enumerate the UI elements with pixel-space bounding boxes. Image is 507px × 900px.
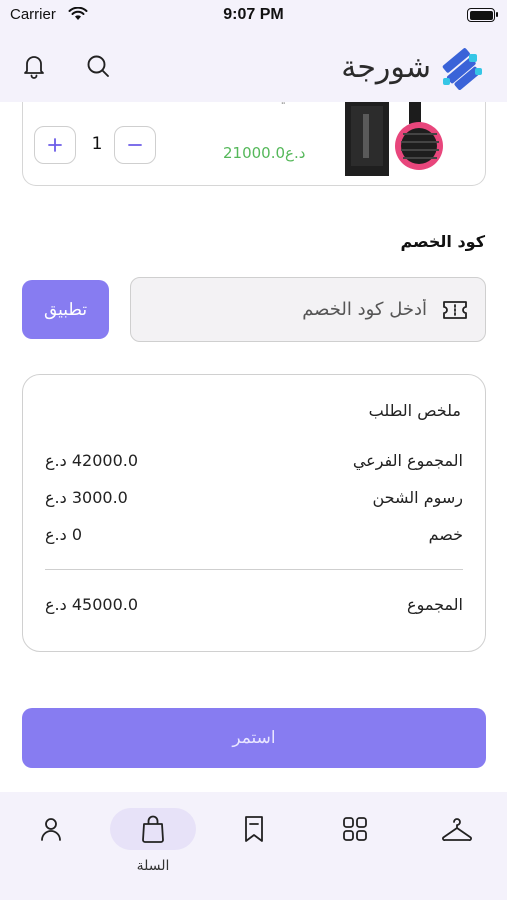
cart-item-price: د.ع21000.0 bbox=[223, 144, 306, 162]
minus-icon bbox=[128, 144, 142, 146]
tab-bookmarks[interactable] bbox=[209, 808, 299, 888]
shipping-value: 3000.0 د.ع bbox=[45, 488, 128, 507]
tab-home[interactable] bbox=[412, 808, 502, 888]
ticket-icon bbox=[443, 301, 467, 319]
plus-icon bbox=[48, 138, 62, 152]
battery-icon bbox=[467, 8, 498, 22]
shipping-label: رسوم الشحن bbox=[372, 488, 464, 507]
order-summary-card: ملخص الطلب المجموع الفرعي 42000.0 د.ع رس… bbox=[22, 374, 486, 652]
summary-divider bbox=[45, 569, 463, 570]
total-value: 45000.0 د.ع bbox=[45, 595, 139, 614]
status-bar: Carrier 9:07 PM bbox=[0, 0, 507, 34]
brand-logo-icon bbox=[442, 48, 482, 90]
tab-profile[interactable] bbox=[6, 808, 96, 888]
tab-cart-label: السلة bbox=[136, 858, 170, 874]
discount-label: خصم bbox=[428, 525, 463, 544]
categories-grid-icon bbox=[343, 817, 367, 841]
brand: شورجة bbox=[341, 44, 485, 90]
tab-categories[interactable] bbox=[310, 808, 400, 888]
continue-button[interactable]: استمر bbox=[22, 708, 486, 768]
status-time: 9:07 PM bbox=[223, 6, 284, 23]
discount-code-field bbox=[130, 277, 486, 342]
order-summary-title: ملخص الطلب bbox=[368, 401, 461, 420]
app-header: شورجة bbox=[0, 34, 507, 102]
bottom-tab-bar: السلة bbox=[0, 792, 507, 900]
profile-icon bbox=[41, 818, 61, 841]
total-row: المجموع 45000.0 د.ع bbox=[45, 595, 463, 619]
notification-bell-icon[interactable] bbox=[18, 50, 50, 82]
apply-discount-button[interactable]: تطبيق bbox=[22, 280, 109, 339]
decrease-quantity-button[interactable] bbox=[114, 126, 156, 164]
quantity-value: 1 bbox=[91, 134, 103, 154]
bookmark-icon bbox=[245, 816, 263, 842]
tab-cart[interactable]: السلة bbox=[108, 808, 198, 888]
discount-code-input[interactable] bbox=[143, 278, 427, 341]
total-label: المجموع bbox=[407, 595, 463, 614]
discount-section-title: كود الخصم bbox=[400, 232, 485, 251]
shipping-row: رسوم الشحن 3000.0 د.ع bbox=[45, 488, 463, 512]
search-icon[interactable] bbox=[82, 50, 114, 82]
cart-item-card: ـي 1 د.ع21000.0 bbox=[22, 86, 486, 186]
brand-name: شورجة bbox=[341, 49, 431, 85]
discount-value: 0 د.ع bbox=[45, 525, 83, 544]
increase-quantity-button[interactable] bbox=[34, 126, 76, 164]
shopping-bag-icon bbox=[142, 815, 164, 843]
hanger-icon bbox=[442, 818, 472, 841]
subtotal-label: المجموع الفرعي bbox=[352, 451, 463, 470]
discount-row: خصم 0 د.ع bbox=[45, 525, 463, 549]
product-image[interactable] bbox=[341, 94, 481, 178]
subtotal-row: المجموع الفرعي 42000.0 د.ع bbox=[45, 451, 463, 475]
subtotal-value: 42000.0 د.ع bbox=[45, 451, 139, 470]
